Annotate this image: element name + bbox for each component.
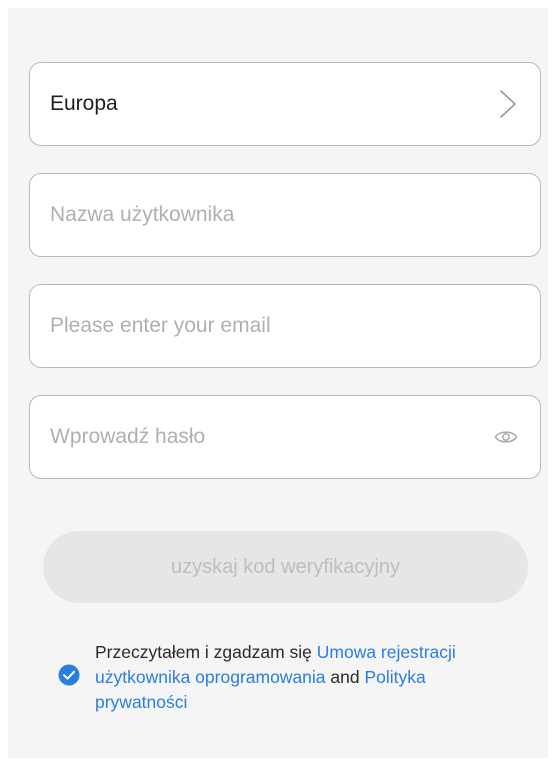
username-input[interactable]	[48, 197, 470, 233]
email-field-container	[29, 284, 541, 368]
username-field-container	[29, 173, 541, 257]
region-selector[interactable]: Europa	[29, 62, 541, 146]
agreement-checkbox[interactable]	[58, 664, 80, 686]
password-input[interactable]	[48, 419, 470, 455]
chevron-right-icon	[500, 90, 516, 118]
get-verification-code-button[interactable]: uzyskaj kod weryfikacyjny	[43, 531, 528, 603]
region-value: Europa	[50, 92, 118, 115]
eye-icon[interactable]	[494, 427, 518, 447]
email-input[interactable]	[48, 308, 470, 344]
password-field-container	[29, 395, 541, 479]
agreement-text: Przeczytałem i zgadzam się Umowa rejestr…	[95, 640, 515, 715]
agreement-prefix: Przeczytałem i zgadzam się	[95, 642, 317, 662]
agreement-middle: and	[325, 667, 365, 687]
